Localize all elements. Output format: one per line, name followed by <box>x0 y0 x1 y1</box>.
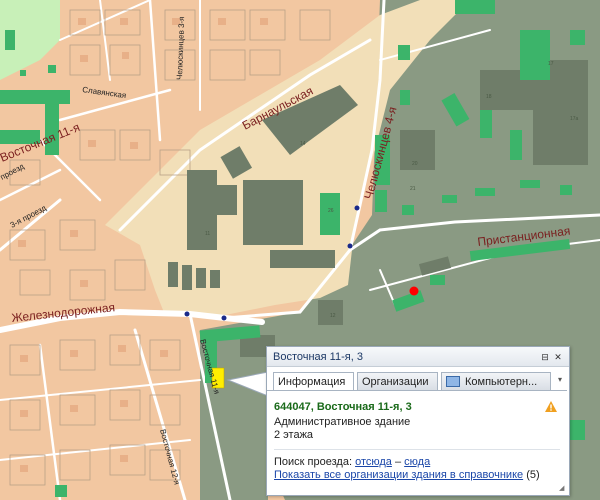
computer-icon <box>446 376 460 387</box>
warning-icon[interactable] <box>545 401 557 412</box>
building-number: 21 <box>410 186 416 192</box>
popup-titlebar[interactable]: Восточная 11-я, 3 ⊟ ✕ <box>267 347 569 367</box>
tab-information[interactable]: Информация <box>273 372 354 390</box>
building-floors: 2 этажа <box>274 429 314 441</box>
popup-tabs: Информация Организации Компьютерн... <box>273 372 551 390</box>
route-search: Поиск проезда: отсюда – сюда <box>274 456 560 469</box>
popup-content: 644047, Восточная 11-я, 3 Административн… <box>267 390 567 494</box>
show-all-orgs: Показать все организации здания в справо… <box>274 469 560 482</box>
building-number: 18 <box>486 94 492 100</box>
tab-computer[interactable]: Компьютерн... <box>441 372 551 390</box>
tab-label: Организации <box>362 375 429 388</box>
show-all-orgs-link[interactable]: Показать все организации здания в справо… <box>274 469 523 481</box>
tab-label: Компьютерн... <box>465 375 538 388</box>
show-all-count: (5) <box>526 469 540 481</box>
resize-grip-icon[interactable]: ◢ <box>559 485 567 493</box>
building-number: 20 <box>412 161 418 167</box>
tab-organizations[interactable]: Организации <box>357 372 438 390</box>
red-dot-marker[interactable] <box>409 286 419 296</box>
popup-title: Восточная 11-я, 3 <box>273 350 363 363</box>
separator <box>274 449 560 450</box>
building-number: 14 <box>300 141 306 147</box>
building-number: 11 <box>205 231 210 237</box>
restore-icon[interactable]: ⊟ <box>540 352 550 362</box>
tab-label: Информация <box>278 375 346 388</box>
building-number: 26 <box>328 208 334 214</box>
building-type: Административное здание <box>274 416 411 428</box>
info-popup[interactable]: Восточная 11-я, 3 ⊟ ✕ Информация Организ… <box>266 346 570 496</box>
route-label: Поиск проезда: <box>274 456 352 468</box>
building-number: 17 <box>548 61 554 67</box>
tab-scroll-icon[interactable]: ▾ <box>555 375 565 384</box>
building-number: 17а <box>570 116 579 122</box>
building-number: 12 <box>330 313 336 319</box>
route-from-link[interactable]: отсюда <box>355 456 392 468</box>
route-to-link[interactable]: сюда <box>404 456 430 468</box>
building-address: 644047, Восточная 11-я, 3 <box>274 401 412 413</box>
close-icon[interactable]: ✕ <box>553 352 563 362</box>
route-dash: – <box>394 456 402 468</box>
